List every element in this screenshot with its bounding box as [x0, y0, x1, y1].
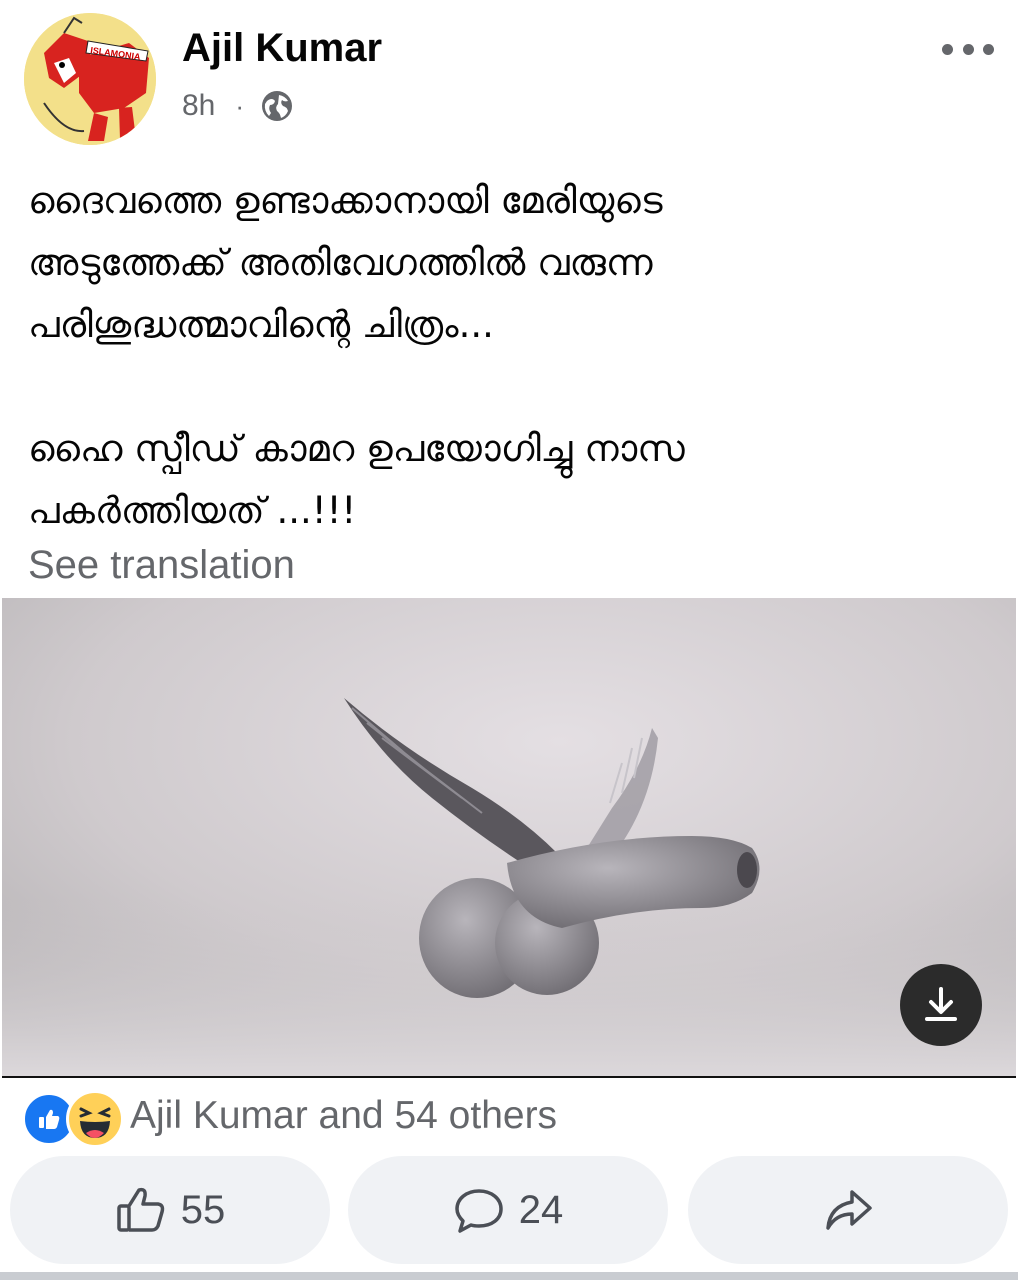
post-photo[interactable]: [2, 598, 1016, 1078]
bottom-divider: [0, 1272, 1018, 1280]
share-button[interactable]: [688, 1156, 1008, 1264]
post-text: ദൈവത്തെ ഉണ്ടാക്കാനായി മേരിയുടെ അടുത്തേക്…: [28, 170, 988, 542]
post-text-line: ദൈവത്തെ ഉണ്ടാക്കാനായി മേരിയുടെ: [28, 179, 663, 222]
thumbs-up-icon: [117, 1187, 164, 1232]
more-options-icon[interactable]: [942, 36, 994, 62]
globe-icon: [262, 91, 293, 121]
post-text-line: പരിശുദ്ധത്മാവിന്റെ ചിത്രം...: [28, 303, 494, 346]
photo-image: [2, 598, 1016, 1076]
download-icon: [925, 987, 957, 1021]
post-meta: 8h ·: [182, 86, 294, 126]
comment-count: 24: [518, 1187, 564, 1232]
meta-separator: ·: [235, 90, 245, 121]
like-button[interactable]: 55: [10, 1156, 330, 1264]
author-avatar[interactable]: ISLAMONIA: [24, 13, 156, 145]
post-text-line: ഹൈ സ്പീഡ് കാമറ ഉപയോഗിച്ചു നാസ: [28, 427, 685, 470]
comment-icon: [455, 1189, 503, 1233]
like-count: 55: [180, 1187, 226, 1232]
comment-button[interactable]: 24: [348, 1156, 668, 1264]
post-time[interactable]: 8h: [182, 89, 215, 123]
see-translation-link[interactable]: See translation: [28, 543, 295, 588]
share-icon: [826, 1190, 872, 1230]
avatar-image: ISLAMONIA: [24, 13, 156, 145]
post-text-line: അടുത്തേക്ക് അതിവേഗത്തിൽ വരുന്ന: [28, 241, 653, 284]
download-button[interactable]: [900, 964, 982, 1046]
post-header: ISLAMONIA Ajil Kumar 8h ·: [0, 0, 1018, 150]
reaction-icons: [22, 1090, 124, 1148]
post-text-line: പകർത്തിയത് ...!!!: [28, 489, 357, 532]
author-name[interactable]: Ajil Kumar: [182, 26, 382, 71]
reactions-text[interactable]: Ajil Kumar and 54 others: [130, 1094, 557, 1138]
reactions-summary[interactable]: Ajil Kumar and 54 others: [22, 1088, 557, 1148]
haha-icon: [66, 1090, 124, 1148]
post-actions: 55 24: [10, 1156, 1010, 1264]
